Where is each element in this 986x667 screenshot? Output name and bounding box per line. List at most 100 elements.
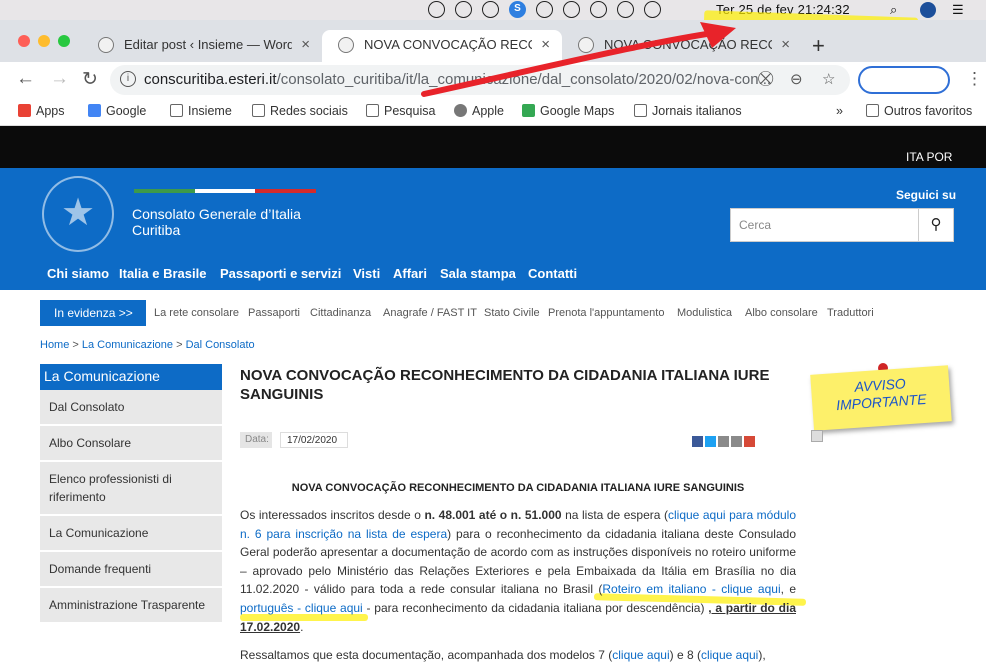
forward-button[interactable]: → — [50, 68, 69, 90]
language-switch[interactable]: ITA POR — [906, 150, 952, 164]
reload-button[interactable]: ↻ — [82, 68, 98, 91]
close-tab-icon[interactable]: × — [541, 36, 550, 53]
subnav-anagrafe[interactable]: Anagrafe / FAST IT — [383, 307, 477, 319]
breadcrumb-home[interactable]: Home — [40, 339, 69, 351]
bookmark-apps[interactable]: Apps — [18, 104, 65, 118]
bookmark-jornais-italianos[interactable]: Jornais italianos — [634, 104, 742, 118]
site-search-button[interactable]: ⚲ — [918, 208, 954, 242]
subnav-passaporti[interactable]: Passaporti — [248, 307, 300, 319]
sidebar-item-elenco-professionisti[interactable]: Elenco professionisti di riferimento — [40, 462, 222, 516]
more-bookmarks-button[interactable]: » — [836, 104, 843, 118]
nav-contatti[interactable]: Contatti — [528, 266, 577, 281]
sidebar-item-la-comunicazione[interactable]: La Comunicazione — [40, 516, 222, 552]
folder-icon — [170, 104, 183, 117]
window-controls — [18, 35, 70, 47]
sidebar-item-domande-frequenti[interactable]: Domande frequenti — [40, 552, 222, 588]
expand-icon[interactable] — [811, 430, 823, 442]
sidebar-item-dal-consolato[interactable]: Dal Consolato — [40, 390, 222, 426]
volume-icon[interactable] — [644, 1, 661, 18]
browser-tab-strip: Editar post ‹ Insieme — WordPre × NOVA C… — [0, 20, 986, 62]
italian-flag-stripe — [134, 189, 317, 193]
zoom-icon[interactable]: ⊖ — [790, 70, 803, 88]
close-tab-icon[interactable]: × — [781, 36, 790, 53]
skype-icon[interactable]: S — [509, 1, 526, 18]
time-machine-icon[interactable] — [563, 1, 580, 18]
eyes-icon[interactable] — [428, 1, 445, 18]
back-button[interactable]: ← — [16, 68, 35, 90]
creative-cloud-icon[interactable] — [455, 1, 472, 18]
facebook-share-icon[interactable] — [692, 436, 703, 447]
site-title[interactable]: Consolato Generale d’Italia Curitiba — [132, 206, 301, 238]
tab-wordpress-editor[interactable]: Editar post ‹ Insieme — WordPre × — [82, 30, 322, 62]
article-paragraph-2: Ressaltamos que esta documentação, acomp… — [240, 648, 766, 662]
site-info-icon[interactable]: i — [120, 71, 136, 87]
bookmark-star-icon[interactable]: ☆ — [822, 70, 835, 88]
article-paragraph-1: Os interessados inscritos desde o n. 48.… — [240, 508, 797, 634]
nav-italia-e-brasile[interactable]: Italia e Brasile — [119, 266, 206, 281]
google-icon — [88, 104, 101, 117]
close-tab-icon[interactable]: × — [301, 36, 310, 53]
tab-nova-convocacao[interactable]: NOVA CONVOCAÇÃO RECONHE × — [562, 30, 802, 62]
breadcrumb-page[interactable]: Dal Consolato — [186, 339, 255, 351]
wordpress-favicon-icon — [98, 37, 114, 53]
link-modelo-8[interactable]: clique aqui — [701, 648, 758, 662]
nav-sala-stampa[interactable]: Sala stampa — [440, 266, 516, 281]
site-top-bar — [0, 126, 986, 168]
zoom-window-button[interactable] — [58, 35, 70, 47]
sidebar-item-amministrazione-trasparente[interactable]: Amministrazione Trasparente — [40, 588, 222, 624]
date-label: Data: — [240, 432, 272, 448]
bookmark-google[interactable]: Google — [88, 104, 146, 118]
close-window-button[interactable] — [18, 35, 30, 47]
bluetooth-icon[interactable] — [590, 1, 607, 18]
bookmark-redes-sociais[interactable]: Redes sociais — [252, 104, 348, 118]
subnav-cittadinanza[interactable]: Cittadinanza — [310, 307, 371, 319]
blocked-popup-icon[interactable]: ⛒ — [758, 70, 773, 87]
plus-share-icon[interactable] — [744, 436, 755, 447]
notification-center-icon[interactable]: ☰ — [952, 2, 964, 18]
nav-chi-siamo[interactable]: Chi siamo — [47, 266, 109, 281]
folder-icon — [252, 104, 265, 117]
folder-icon — [634, 104, 647, 117]
avviso-importante-banner[interactable]: AVVISO IMPORTANTE — [810, 365, 952, 431]
tab-nova-convocacao-active[interactable]: NOVA CONVOCAÇÃO RECONHE × — [322, 30, 562, 62]
twitter-share-icon[interactable] — [705, 436, 716, 447]
sidebar-item-albo-consolare[interactable]: Albo Consolare — [40, 426, 222, 462]
subnav-albo-consolare[interactable]: Albo consolare — [745, 307, 818, 319]
folder-icon — [366, 104, 379, 117]
accessibility-icon[interactable] — [536, 1, 553, 18]
profile-button[interactable] — [858, 66, 950, 94]
link-roteiro-italiano[interactable]: Roteiro em italiano - clique aqui — [602, 582, 780, 596]
sync-icon[interactable] — [482, 1, 499, 18]
nav-passaporti-e-servizi[interactable]: Passaporti e servizi — [220, 266, 341, 281]
subnav-rete-consolare[interactable]: La rete consolare — [154, 307, 239, 319]
subnav-traduttori[interactable]: Traduttori — [827, 307, 874, 319]
tab-title: Editar post ‹ Insieme — WordPre — [124, 37, 292, 52]
site-search-input[interactable]: Cerca — [730, 208, 920, 242]
minimize-window-button[interactable] — [38, 35, 50, 47]
bookmarks-bar: Apps Google Insieme Redes sociais Pesqui… — [0, 98, 986, 126]
nav-visti[interactable]: Visti — [353, 266, 380, 281]
user-avatar-icon[interactable] — [920, 2, 936, 18]
subnav-prenota[interactable]: Prenota l'appuntamento — [548, 307, 664, 319]
print-icon[interactable] — [718, 436, 729, 447]
share-buttons — [692, 436, 755, 447]
bookmark-apple[interactable]: Apple — [454, 104, 504, 118]
in-evidenza-button[interactable]: In evidenza >> — [40, 300, 146, 326]
email-share-icon[interactable] — [731, 436, 742, 447]
breadcrumb-section[interactable]: La Comunicazione — [82, 339, 173, 351]
wifi-icon[interactable] — [617, 1, 634, 18]
browser-menu-icon[interactable]: ⋮ — [966, 69, 983, 89]
link-modelo-7[interactable]: clique aqui — [612, 648, 669, 662]
nav-affari[interactable]: Affari — [393, 266, 427, 281]
bookmark-insieme[interactable]: Insieme — [170, 104, 232, 118]
bookmark-pesquisa[interactable]: Pesquisa — [366, 104, 435, 118]
new-tab-button[interactable]: + — [812, 33, 825, 59]
spotlight-search-icon[interactable]: ⌕ — [890, 2, 897, 18]
bookmark-google-maps[interactable]: Google Maps — [522, 104, 614, 118]
sidebar: La Comunicazione Dal Consolato Albo Cons… — [40, 364, 222, 624]
link-roteiro-portugues[interactable]: português - clique aqui — [240, 601, 363, 615]
subnav-stato-civile[interactable]: Stato Civile — [484, 307, 540, 319]
bookmark-outros-favoritos[interactable]: Outros favoritos — [866, 104, 972, 118]
subnav-modulistica[interactable]: Modulistica — [677, 307, 732, 319]
address-bar[interactable]: i conscuritiba.esteri.it/consolato_curit… — [110, 65, 850, 95]
